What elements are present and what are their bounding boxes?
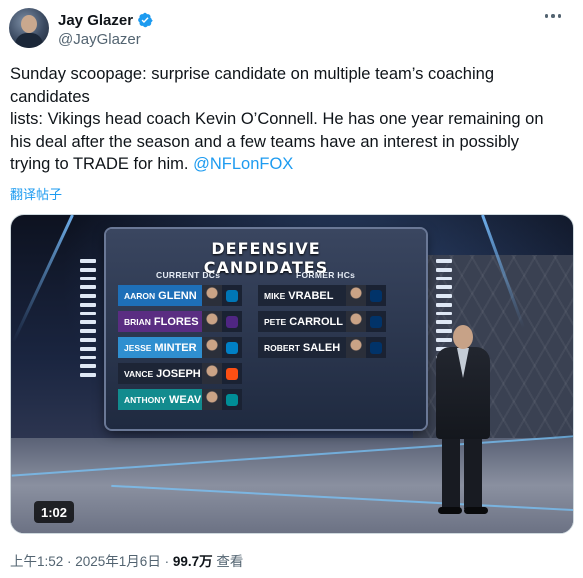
candidate-row: MIKE VRABEL <box>258 285 386 306</box>
team-logo-icon <box>222 363 242 384</box>
candidate-headshot <box>346 311 366 332</box>
presenter-figure <box>428 325 498 525</box>
tweet-text: Sunday scoopage: surprise candidate on m… <box>10 63 570 176</box>
candidate-name: BRIAN FLORES <box>118 311 202 332</box>
candidates-board: DEFENSIVE CANDIDATES CURRENT DCs FORMER … <box>80 229 452 429</box>
tweet-text-line: candidates <box>10 87 90 106</box>
candidate-first-name: PETE <box>264 316 287 327</box>
candidate-first-name: ROBERT <box>264 342 300 353</box>
candidate-last-name: JOSEPH <box>156 367 201 380</box>
candidate-first-name: AARON <box>124 290 156 301</box>
candidate-headshot <box>202 337 222 358</box>
candidate-name: AARON GLENN <box>118 285 202 306</box>
author-display-name[interactable]: Jay Glazer <box>58 12 133 29</box>
author-handle[interactable]: @JayGlazer <box>58 31 141 48</box>
tweet-text-fragment: trying to TRADE for him. <box>10 155 194 173</box>
candidate-headshot <box>202 363 222 384</box>
candidate-last-name: MINTER <box>154 341 197 354</box>
candidate-row: ROBERT SALEH <box>258 337 386 358</box>
candidate-last-name: VRABEL <box>288 289 334 302</box>
candidate-last-name: GLENN <box>158 289 197 302</box>
avatar-shoulders <box>15 33 43 48</box>
mention-link[interactable]: @NFLonFOX <box>193 155 293 173</box>
candidate-first-name: JESSE <box>124 342 152 353</box>
team-logo-icon <box>222 285 242 306</box>
candidate-last-name: FLORES <box>153 315 199 328</box>
candidate-name: MIKE VRABEL <box>258 285 346 306</box>
candidate-first-name: ANTHONY <box>124 394 167 405</box>
avatar[interactable] <box>9 8 49 48</box>
candidate-row: BRIAN FLORES <box>118 311 242 332</box>
candidate-row: JESSE MINTER <box>118 337 242 358</box>
former-hcs-header: FORMER HCs <box>296 270 356 280</box>
candidate-first-name: MIKE <box>264 290 286 301</box>
candidate-name: VANCE JOSEPH <box>118 363 202 384</box>
team-logo-icon <box>222 389 242 410</box>
candidate-row: AARON GLENN <box>118 285 242 306</box>
candidate-last-name: SALEH <box>302 341 341 354</box>
tweet-text-line: his deal after the season and a few team… <box>10 132 520 151</box>
tweet-text-line: trying to TRADE for him. @NFLonFOX <box>10 153 570 176</box>
translate-post-link[interactable]: 翻译帖子 <box>10 184 62 203</box>
tweet-metadata: 上午1:52 · 2025年1月6日 · 99.7万 查看 <box>10 550 243 570</box>
candidate-name: ROBERT SALEH <box>258 337 346 358</box>
team-logo-icon <box>366 285 386 306</box>
author-name-row: Jay Glazer <box>58 10 153 30</box>
team-logo-icon <box>366 311 386 332</box>
team-logo-icon <box>366 337 386 358</box>
candidate-row: PETE CARROLL <box>258 311 386 332</box>
video-duration-badge: 1:02 <box>34 501 75 523</box>
avatar-face <box>21 15 37 33</box>
candidate-name: JESSE MINTER <box>118 337 202 358</box>
tweet-text-line: lists: Vikings head coach Kevin O’Connel… <box>10 110 544 128</box>
candidate-name: ANTHONY WEAVER <box>118 389 217 410</box>
tweet-text-line: Sunday scoopage: surprise candidate on m… <box>10 65 494 83</box>
video-player[interactable]: DEFENSIVE CANDIDATES CURRENT DCs FORMER … <box>10 214 574 534</box>
timestamp[interactable]: 上午1:52 · 2025年1月6日 · <box>10 554 173 569</box>
candidate-row: ANTHONY WEAVER <box>118 389 242 410</box>
candidate-first-name: BRIAN <box>124 316 151 327</box>
team-logo-icon <box>222 311 242 332</box>
candidate-headshot <box>346 337 366 358</box>
team-logo-icon <box>222 337 242 358</box>
candidate-headshot <box>346 285 366 306</box>
candidate-row: VANCE JOSEPH <box>118 363 242 384</box>
verified-badge-icon <box>138 12 153 28</box>
view-count-label: 查看 <box>212 554 244 569</box>
candidate-headshot <box>202 285 222 306</box>
current-dcs-header: CURRENT DCs <box>156 270 221 280</box>
candidate-headshot <box>202 311 222 332</box>
view-count: 99.7万 <box>172 554 213 569</box>
candidate-name: PETE CARROLL <box>258 311 346 332</box>
board-side-bars-left <box>80 259 96 377</box>
candidate-first-name: VANCE <box>124 368 154 379</box>
candidate-last-name: CARROLL <box>289 315 343 328</box>
candidate-headshot <box>202 389 222 410</box>
more-options-icon[interactable] <box>541 6 565 26</box>
